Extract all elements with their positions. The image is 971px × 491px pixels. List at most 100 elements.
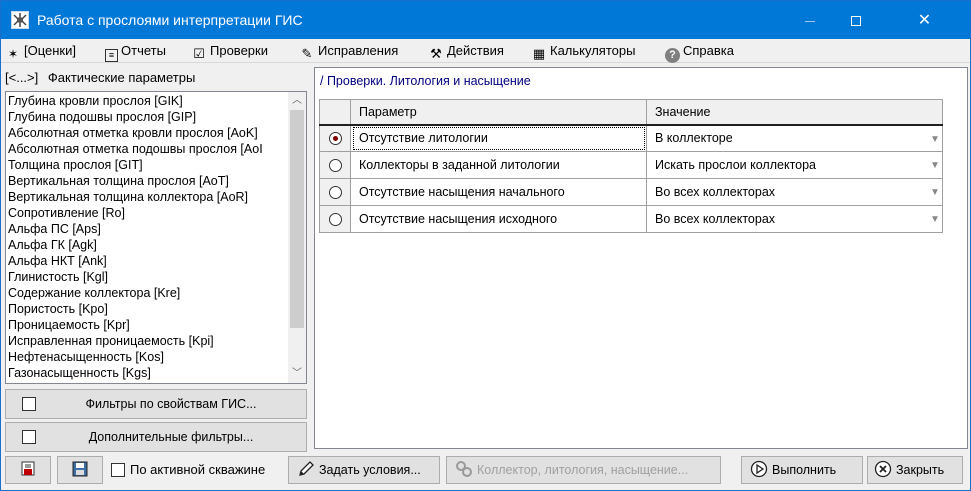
menu-label: Действия	[447, 43, 504, 58]
panel-caption: / Проверки. Литология и насыщение	[320, 74, 531, 88]
dropdown-icon[interactable]: ▼	[930, 186, 940, 200]
parameter-item[interactable]: Проницаемость [Kpr]	[8, 317, 286, 333]
scroll-down-icon[interactable]: ﹀	[288, 365, 306, 383]
row-radio[interactable]	[328, 132, 342, 146]
row-radio[interactable]	[328, 186, 342, 200]
menu-checks[interactable]: ☑ Проверки	[191, 42, 268, 61]
row-selector[interactable]	[319, 178, 351, 206]
dropdown-icon[interactable]: ▼	[930, 133, 940, 147]
parameter-item[interactable]: Глубина подошвы прослоя [GIP]	[8, 109, 286, 125]
close-button[interactable]: Закрыть	[867, 456, 963, 484]
parameter-item[interactable]: Исправленная проницаемость [Kpi]	[8, 333, 286, 349]
row-selector[interactable]	[319, 124, 351, 152]
hammer-icon: ⚒	[430, 46, 442, 61]
grid-row[interactable]: Коллекторы в заданной литологии Искать пр…	[319, 151, 943, 179]
parameter-items: Глубина кровли прослоя [GIK] Глубина подо…	[6, 92, 286, 381]
left-panel-header: [<...>] Фактические параметры	[5, 67, 307, 89]
value-cell[interactable]: Искать прослои коллектора ▼	[646, 151, 943, 179]
row-radio[interactable]	[328, 159, 342, 173]
row-selector[interactable]	[319, 205, 351, 233]
parameter-cell[interactable]: Отсутствие насыщения исходного	[350, 205, 647, 233]
scroll-thumb[interactable]	[290, 110, 304, 328]
title-bar[interactable]: Работа с прослоями интерпретации ГИС ✕	[1, 1, 970, 39]
parameter-list[interactable]: Глубина кровли прослоя [GIK] Глубина подо…	[5, 91, 307, 384]
grid-row[interactable]: Отсутствие насыщения исходного Во всех ко…	[319, 205, 943, 233]
value-cell[interactable]: Во всех коллекторах ▼	[646, 205, 943, 233]
menu-reports[interactable]: ≡ Отчеты	[105, 42, 166, 62]
parameter-cell[interactable]: Отсутствие насыщения начального	[350, 178, 647, 206]
menu-corrections[interactable]: ✎ Исправления	[299, 42, 399, 61]
parameter-item[interactable]: Альфа ГК [Agk]	[8, 237, 286, 253]
menu-estimates[interactable]: ✶ [Оценки]	[5, 42, 76, 61]
menu-bar: ✶ [Оценки] ≡ Отчеты ☑ Проверки ✎ Исправления…	[1, 39, 970, 63]
parameter-item[interactable]: Сопротивление [Ro]	[8, 205, 286, 221]
dropdown-icon[interactable]: ▼	[930, 213, 940, 227]
scroll-up-icon[interactable]: ︿	[288, 92, 306, 110]
parameter-item[interactable]: Альфа ПС [Aps]	[8, 221, 286, 237]
parameter-item[interactable]: Нефтенасыщенность [Kos]	[8, 349, 286, 365]
value-cell[interactable]: В коллекторе ▼	[646, 124, 943, 152]
filter-gis-checkbox[interactable]	[22, 397, 36, 411]
row-radio[interactable]	[328, 213, 342, 227]
edit-icon: ✎	[301, 46, 313, 61]
run-button[interactable]: Выполнить	[741, 456, 863, 484]
maximize-button[interactable]	[833, 1, 879, 39]
running-man-icon: ✶	[7, 47, 19, 61]
parameter-item[interactable]: Абсолютная отметка кровли прослоя [AoK]	[8, 125, 286, 141]
parameter-item[interactable]: Содержание коллектора [Kre]	[8, 285, 286, 301]
column-header-value[interactable]: Значение	[646, 99, 943, 126]
menu-calculators[interactable]: ▦ Калькуляторы	[531, 42, 636, 61]
filter-gis-button[interactable]: Фильтры по свойствам ГИС...	[5, 389, 307, 419]
active-well-label: По активной скважине	[130, 462, 266, 477]
parameter-item[interactable]: Альфа НКТ [Ank]	[8, 253, 286, 269]
gears-icon	[455, 460, 473, 478]
parameter-item[interactable]: Глинистость [Kgl]	[8, 269, 286, 285]
collector-settings-button[interactable]: Коллектор, литология, насыщение...	[446, 456, 721, 484]
active-well-box[interactable]	[111, 463, 125, 477]
run-label: Выполнить	[772, 463, 837, 477]
close-window-button[interactable]: ✕	[879, 1, 970, 39]
row-selector[interactable]	[319, 151, 351, 179]
grid-row[interactable]: Отсутствие насыщения начального Во всех к…	[319, 178, 943, 206]
parameter-cell[interactable]: Отсутствие литологии	[350, 124, 647, 152]
save-icon	[71, 460, 89, 478]
checklist-icon: ☑	[193, 46, 205, 61]
menu-label: [Оценки]	[24, 43, 76, 58]
grid-corner	[319, 99, 351, 126]
export-icon	[19, 460, 37, 478]
parameter-item[interactable]: Абсолютная отметка подошвы прослоя [AoI	[8, 141, 286, 157]
menu-actions[interactable]: ⚒ Действия	[428, 42, 504, 61]
menu-label: Отчеты	[121, 43, 166, 58]
menu-help[interactable]: ? Справка	[665, 42, 734, 63]
save-button[interactable]	[57, 456, 103, 484]
maximize-icon	[851, 16, 861, 27]
parameter-item[interactable]: Вертикальная толщина прослоя [AoT]	[8, 173, 286, 189]
column-header-parameter[interactable]: Параметр	[350, 99, 647, 126]
value-cell[interactable]: Во всех коллекторах ▼	[646, 178, 943, 206]
minimize-button[interactable]	[787, 1, 833, 39]
left-panel-title: Фактические параметры	[47, 70, 196, 85]
dropdown-icon[interactable]: ▼	[930, 159, 940, 173]
extra-filters-label: Дополнительные фильтры...	[88, 430, 254, 444]
main-window: Работа с прослоями интерпретации ГИС ✕ ✶…	[0, 0, 971, 491]
parameter-cell[interactable]: Коллекторы в заданной литологии	[350, 151, 647, 179]
parameter-item[interactable]: Вертикальная толщина коллектора [AoR]	[8, 189, 286, 205]
parameter-item[interactable]: Глубина кровли прослоя [GIK]	[8, 93, 286, 109]
extra-filters-checkbox[interactable]	[22, 430, 36, 444]
parameter-item[interactable]: Пористость [Kpo]	[8, 301, 286, 317]
close-label: Закрыть	[896, 463, 945, 477]
extra-filters-button[interactable]: Дополнительные фильтры...	[5, 422, 307, 452]
window-title: Работа с прослоями интерпретации ГИС	[37, 12, 303, 28]
menu-label: Калькуляторы	[550, 43, 636, 58]
parameter-item[interactable]: Газонасыщенность [Kgs]	[8, 365, 286, 381]
param-list-scrollbar[interactable]: ︿ ﹀	[288, 92, 306, 383]
grid-row[interactable]: Отсутствие литологии В коллекторе ▼	[319, 124, 943, 152]
minimize-icon	[805, 20, 815, 22]
checks-grid: Параметр Значение Отсутствие литологии В …	[319, 99, 943, 233]
nav-back-button[interactable]: [<...>]	[5, 70, 38, 85]
set-conditions-button[interactable]: Задать условия...	[288, 456, 440, 484]
export-button[interactable]	[5, 456, 51, 484]
parameter-item[interactable]: Толщина прослоя [GIT]	[8, 157, 286, 173]
value-text: В коллекторе	[655, 131, 733, 146]
active-well-checkbox[interactable]: По активной скважине	[111, 461, 265, 479]
